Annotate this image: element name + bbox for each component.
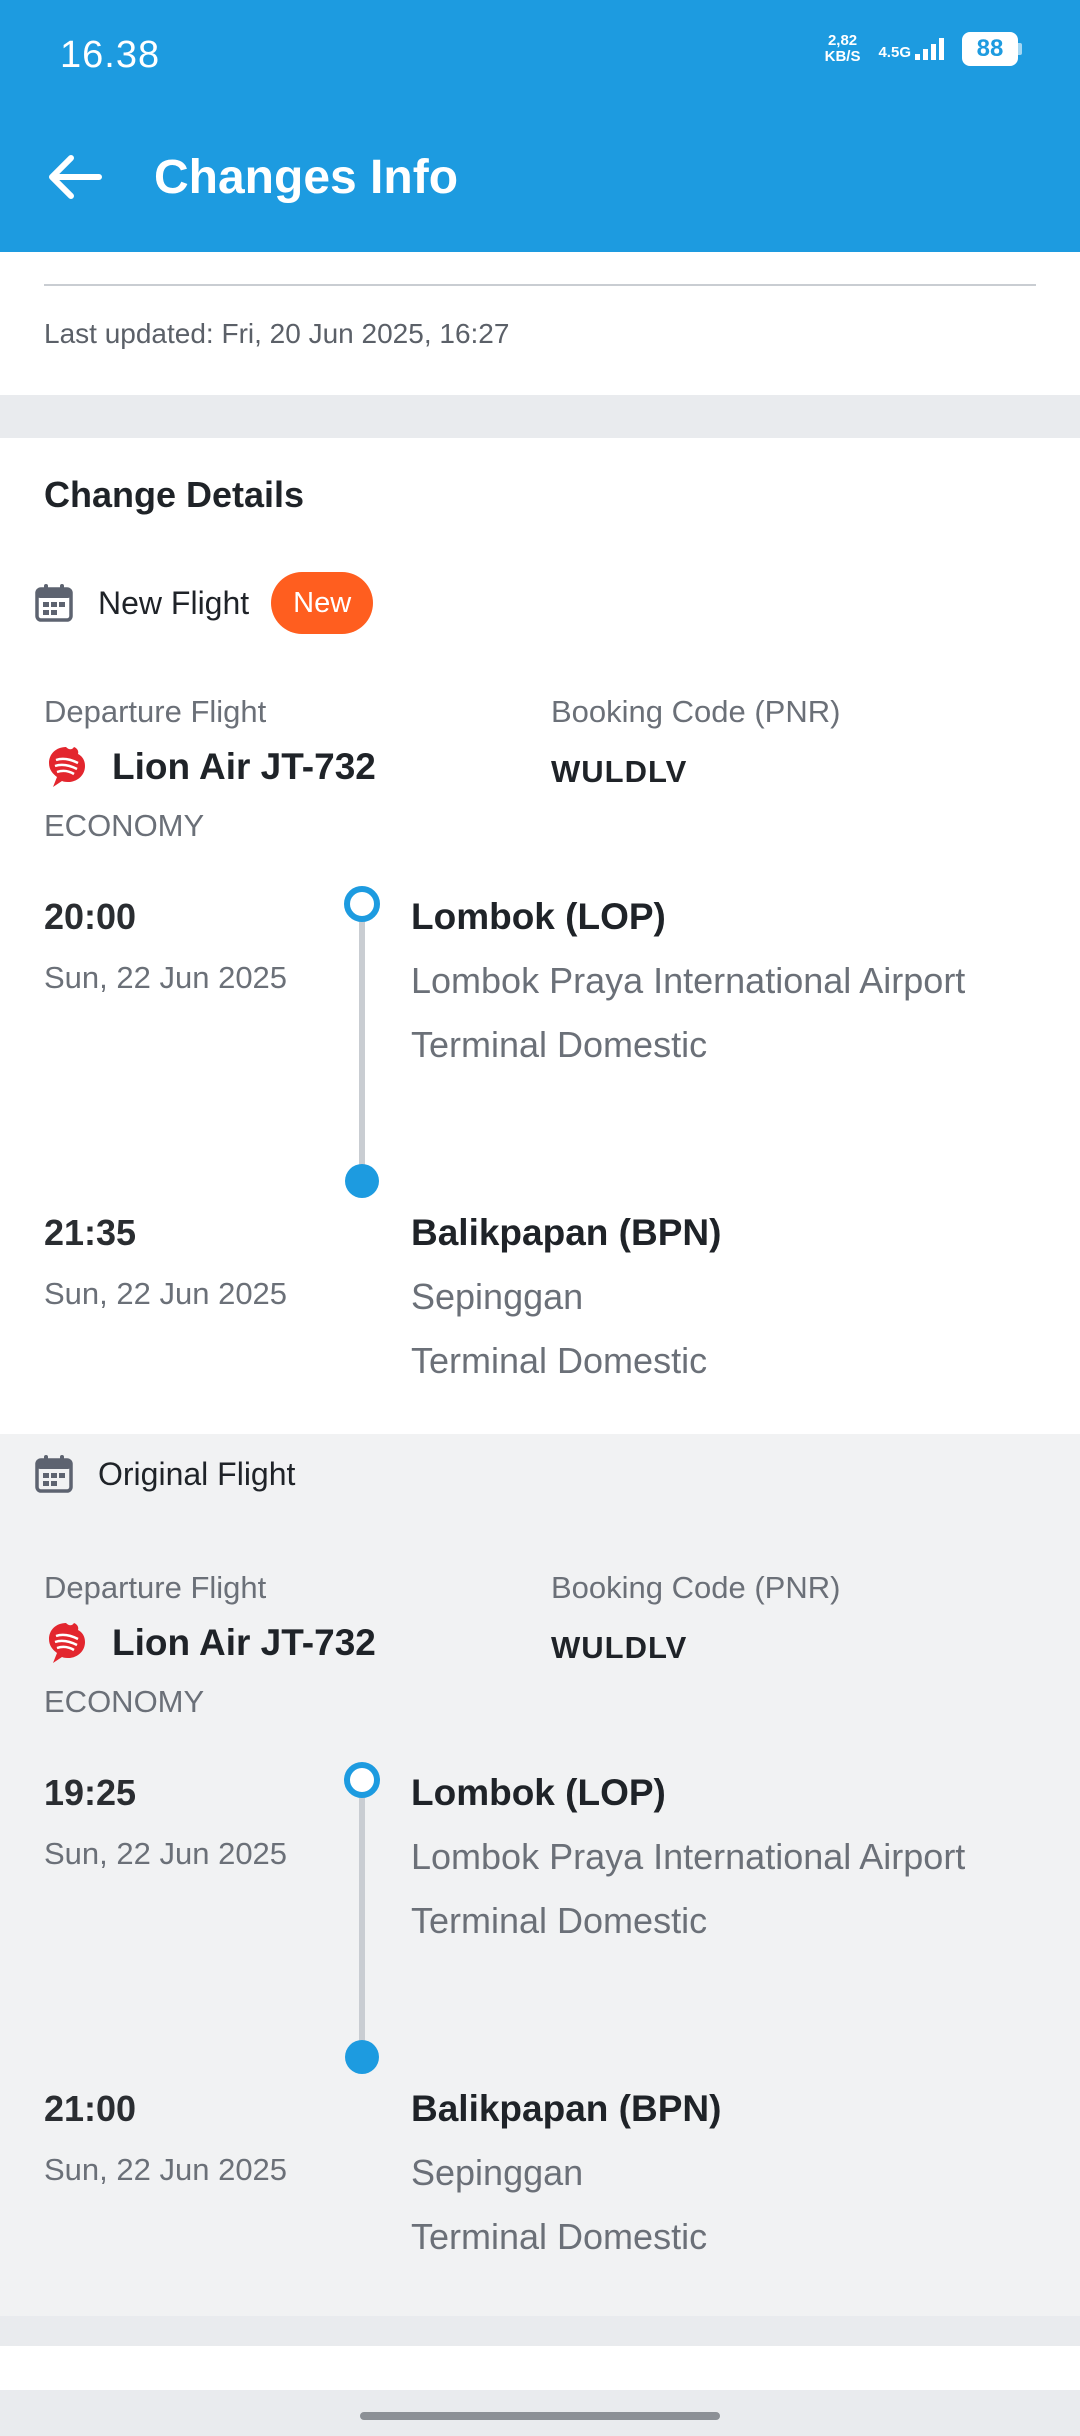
change-details-section: Change Details New Flight New Departure … bbox=[0, 438, 1080, 2316]
network-speed-value: 2,82 bbox=[827, 32, 858, 49]
pnr-code: WULDLV bbox=[551, 1630, 688, 1665]
departure-flight-label: Departure Flight bbox=[44, 1570, 267, 1605]
departure-date: Sun, 22 Jun 2025 bbox=[44, 960, 288, 995]
new-flight-header: New Flight New bbox=[34, 572, 374, 634]
arrival-city: Balikpapan (BPN) bbox=[411, 1212, 722, 1253]
new-badge: New bbox=[271, 572, 374, 634]
network-type: 4.5G bbox=[878, 44, 911, 61]
arrival-city: Balikpapan (BPN) bbox=[411, 2088, 722, 2129]
original-flight-label: Original Flight bbox=[98, 1455, 296, 1492]
update-info-section: Last updated: Fri, 20 Jun 2025, 16:27 bbox=[0, 252, 1080, 395]
home-indicator[interactable] bbox=[360, 2412, 720, 2420]
arrival-airport: Sepinggan bbox=[411, 1276, 584, 1317]
arrival-time: 21:35 bbox=[44, 1212, 137, 1253]
departure-point-icon bbox=[344, 1762, 380, 1798]
departure-terminal: Terminal Domestic bbox=[411, 1024, 708, 1065]
status-bar: 16.38 2,82 KB/S 4.5G 88 bbox=[0, 0, 1080, 100]
departure-airport: Lombok Praya International Airport bbox=[411, 1836, 966, 1877]
battery-icon: 88 bbox=[962, 32, 1022, 66]
calendar-icon bbox=[35, 1455, 73, 1493]
cabin-class: ECONOMY bbox=[44, 1684, 205, 1719]
lion-air-logo bbox=[49, 747, 85, 787]
departure-time: 19:25 bbox=[44, 1772, 137, 1813]
arrival-date: Sun, 22 Jun 2025 bbox=[44, 1276, 288, 1311]
airline-name: Lion Air JT-732 bbox=[112, 746, 376, 787]
timeline-line bbox=[359, 904, 365, 1172]
airline-row: Lion Air JT-732 bbox=[44, 1620, 376, 1666]
status-indicators: 2,82 KB/S 4.5G 88 bbox=[825, 32, 1022, 66]
signal-indicator: 4.5G bbox=[878, 38, 944, 60]
cabin-class: ECONOMY bbox=[44, 808, 205, 843]
status-time: 16.38 bbox=[60, 34, 161, 76]
original-flight-card: Original Flight Departure Flight Booking… bbox=[0, 1434, 1080, 2316]
timeline-line bbox=[359, 1780, 365, 2048]
network-speed-unit: KB/S bbox=[824, 48, 861, 65]
back-button[interactable] bbox=[42, 144, 108, 210]
page-title: Changes Info bbox=[154, 151, 459, 204]
app-bar: Changes Info bbox=[0, 100, 1080, 252]
arrival-point-icon bbox=[345, 1164, 379, 1198]
network-speed: 2,82 KB/S bbox=[825, 33, 861, 65]
arrival-time: 21:00 bbox=[44, 2088, 137, 2129]
departure-city: Lombok (LOP) bbox=[411, 1772, 666, 1813]
bottom-section bbox=[0, 2346, 1080, 2390]
pnr-code: WULDLV bbox=[551, 754, 688, 789]
divider bbox=[44, 284, 1036, 286]
departure-point-icon bbox=[344, 886, 380, 922]
pnr-label: Booking Code (PNR) bbox=[551, 694, 841, 729]
departure-terminal: Terminal Domestic bbox=[411, 1900, 708, 1941]
airline-name: Lion Air JT-732 bbox=[112, 1622, 376, 1663]
battery-level: 88 bbox=[962, 32, 1018, 66]
arrival-date: Sun, 22 Jun 2025 bbox=[44, 2152, 288, 2187]
calendar-icon bbox=[35, 584, 73, 622]
original-flight-header: Original Flight bbox=[34, 1454, 295, 1494]
signal-bars-icon bbox=[915, 38, 944, 60]
departure-time: 20:00 bbox=[44, 896, 137, 937]
departure-city: Lombok (LOP) bbox=[411, 896, 666, 937]
departure-flight-label: Departure Flight bbox=[44, 694, 267, 729]
departure-airport: Lombok Praya International Airport bbox=[411, 960, 966, 1001]
new-flight-label: New Flight bbox=[98, 584, 250, 621]
last-updated-text: Last updated: Fri, 20 Jun 2025, 16:27 bbox=[44, 318, 510, 349]
arrow-left-icon bbox=[49, 155, 102, 199]
arrival-terminal: Terminal Domestic bbox=[411, 2216, 708, 2257]
arrival-point-icon bbox=[345, 2040, 379, 2074]
section-title: Change Details bbox=[44, 474, 305, 515]
airline-row: Lion Air JT-732 bbox=[44, 744, 376, 790]
new-flight-card: New Flight New Departure Flight Booking … bbox=[0, 558, 1080, 1434]
pnr-label: Booking Code (PNR) bbox=[551, 1570, 841, 1605]
arrival-airport: Sepinggan bbox=[411, 2152, 584, 2193]
lion-air-logo bbox=[49, 1623, 85, 1663]
departure-date: Sun, 22 Jun 2025 bbox=[44, 1836, 288, 1871]
arrival-terminal: Terminal Domestic bbox=[411, 1340, 708, 1381]
